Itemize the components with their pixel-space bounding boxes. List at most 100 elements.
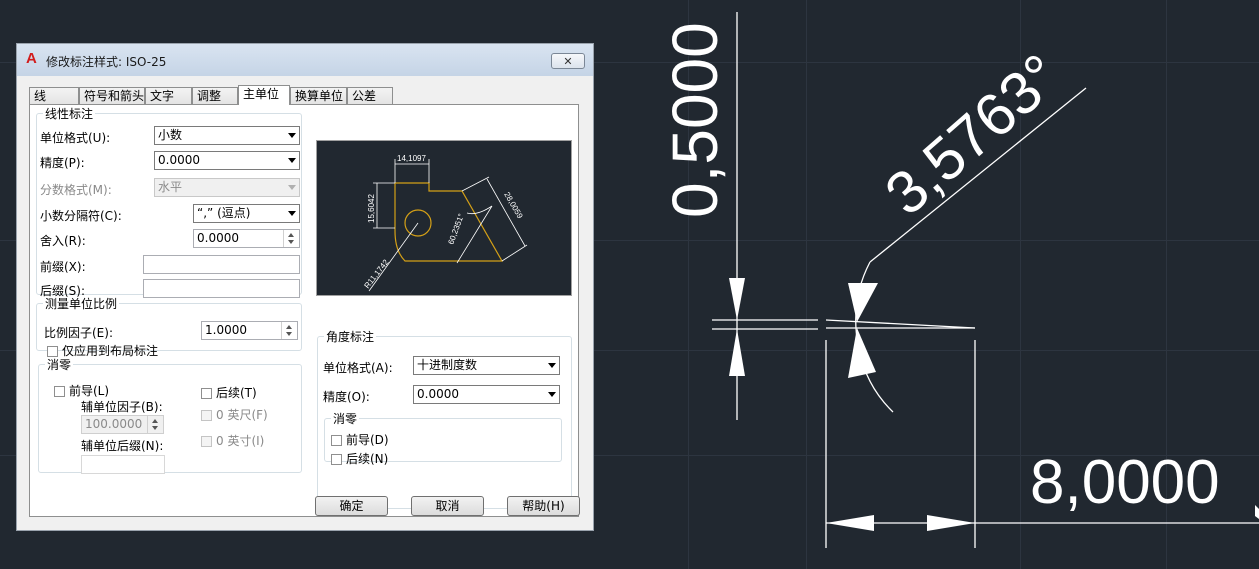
chevron-down-icon <box>288 211 296 216</box>
zero-feet-label: 0 英尺(F) <box>216 408 268 422</box>
precision-label: 精度(P): <box>40 156 85 170</box>
angular-zero-suppression-legend: 消零 <box>333 412 358 426</box>
arrowhead <box>927 515 975 531</box>
round-off-spinner[interactable]: 0.0000 <box>193 229 300 248</box>
sub-unit-factor-spinner[interactable]: 100.0000 <box>81 415 164 434</box>
cursor-glyph <box>1255 505 1259 519</box>
tab-text[interactable]: 文字 <box>145 87 192 104</box>
chevron-down-icon <box>548 363 556 368</box>
arrowhead <box>848 283 878 322</box>
unit-format-value: 小数 <box>158 128 183 142</box>
round-off-value: 0.0000 <box>197 231 239 245</box>
angular-dim-text[interactable]: 3,5763° <box>873 41 1074 228</box>
primary-units-panel: 线性标注 单位格式(U): 小数 精度(P): 0.0000 分数格式(M): … <box>29 104 579 517</box>
angular-precision-label: 精度(O): <box>323 390 370 404</box>
style-preview: 14,1097 15,6042 28,0059 60,2351° R11,174… <box>316 140 572 296</box>
autocad-logo-icon: A <box>26 50 37 67</box>
angular-trailing-checkbox[interactable]: 后续(N) <box>331 450 388 467</box>
linear-dims-legend: 线性标注 <box>45 107 94 121</box>
precision-value: 0.0000 <box>158 153 200 167</box>
chevron-down-icon <box>288 185 296 190</box>
measurement-scale-legend: 测量单位比例 <box>45 297 118 311</box>
arrow-up-icon <box>288 233 294 237</box>
chevron-down-icon <box>288 158 296 163</box>
dialog-title: 修改标注样式: ISO-25 <box>46 55 167 69</box>
horizontal-dim-text[interactable]: 8,0000 <box>1030 448 1220 517</box>
decimal-separator-label: 小数分隔符(C): <box>40 209 122 223</box>
angular-leading-label: 前导(D) <box>346 433 389 447</box>
zero-inches-checkbox[interactable]: 0 英寸(I) <box>201 432 264 449</box>
tab-lines[interactable]: 线 <box>29 87 79 104</box>
spinner-buttons[interactable] <box>281 322 297 339</box>
chevron-down-icon <box>288 133 296 138</box>
ok-button[interactable]: 确定 <box>315 496 388 516</box>
checkbox-box[interactable] <box>331 454 342 465</box>
zero-suppression-legend: 消零 <box>47 358 72 372</box>
preview-ext-line <box>461 176 490 192</box>
arrowhead <box>826 515 874 531</box>
round-off-label: 舍入(R): <box>40 234 86 248</box>
trailing-zero-label: 后续(T) <box>216 386 257 400</box>
scale-factor-value: 1.0000 <box>205 323 247 337</box>
vertical-dim-text[interactable]: 0,5000 <box>659 22 731 218</box>
checkbox-box[interactable] <box>201 410 212 421</box>
spinner-buttons[interactable] <box>147 416 163 433</box>
precision-select[interactable]: 0.0000 <box>154 151 300 170</box>
checkbox-box[interactable] <box>201 388 212 399</box>
arrowhead <box>848 328 876 378</box>
tab-fit[interactable]: 调整 <box>192 87 238 104</box>
scale-factor-spinner[interactable]: 1.0000 <box>201 321 298 340</box>
cancel-button[interactable]: 取消 <box>411 496 484 516</box>
tab-symbols-arrows[interactable]: 符号和箭头 <box>79 87 145 104</box>
help-button[interactable]: 帮助(H) <box>507 496 580 516</box>
arrow-down-icon <box>152 426 158 430</box>
angular-precision-select[interactable]: 0.0000 <box>413 385 560 404</box>
fraction-format-select[interactable]: 水平 <box>154 178 300 197</box>
trailing-zero-checkbox[interactable]: 后续(T) <box>201 384 257 401</box>
dialog-client: 线 符号和箭头 文字 调整 主单位 换算单位 公差 线性标注 单位格式(U): … <box>25 77 585 522</box>
tab-tolerances[interactable]: 公差 <box>347 87 393 104</box>
fraction-format-label: 分数格式(M): <box>40 183 112 197</box>
prefix-label: 前缀(X): <box>40 260 86 274</box>
prefix-input[interactable] <box>143 255 300 274</box>
angular-unit-format-label: 单位格式(A): <box>323 361 393 375</box>
tab-alternate-units[interactable]: 换算单位 <box>290 87 347 104</box>
unit-format-select[interactable]: 小数 <box>154 126 300 145</box>
leading-zero-label: 前导(L) <box>69 384 110 398</box>
angular-unit-format-value: 十进制度数 <box>417 358 478 372</box>
sub-unit-suffix-label: 辅单位后缀(N): <box>81 439 164 453</box>
checkbox-box[interactable] <box>201 436 212 447</box>
checkbox-box[interactable] <box>331 435 342 446</box>
dialog-titlebar[interactable]: A 修改标注样式: ISO-25 ✕ <box>17 44 593 76</box>
preview-ext-line <box>501 244 528 262</box>
leading-zero-checkbox[interactable]: 前导(L) <box>54 382 109 399</box>
close-button[interactable]: ✕ <box>551 53 585 69</box>
tab-primary-units[interactable]: 主单位 <box>238 85 290 105</box>
preview-drawing: 14,1097 15,6042 28,0059 60,2351° R11,174… <box>362 154 528 292</box>
sub-unit-suffix-input[interactable] <box>81 455 165 474</box>
angular-trailing-label: 后续(N) <box>346 452 389 466</box>
angle-line <box>825 319 976 329</box>
modify-dim-style-dialog: A 修改标注样式: ISO-25 ✕ 线 符号和箭头 文字 调整 主单位 换算单… <box>16 43 594 531</box>
angular-unit-format-select[interactable]: 十进制度数 <box>413 356 560 375</box>
unit-format-label: 单位格式(U): <box>40 131 111 145</box>
fraction-format-value: 水平 <box>158 180 183 194</box>
decimal-separator-select[interactable]: “,” (逗点) <box>193 204 300 223</box>
spinner-buttons[interactable] <box>283 230 299 247</box>
sub-unit-factor-value: 100.0000 <box>85 417 143 431</box>
preview-dim-right: 28,0059 <box>502 191 525 221</box>
preview-dim-left: 15,6042 <box>367 194 376 223</box>
checkbox-box[interactable] <box>54 386 65 397</box>
angular-dims-legend: 角度标注 <box>326 330 375 344</box>
arrowhead <box>729 278 745 320</box>
sub-unit-factor-label: 辅单位因子(B): <box>81 400 163 414</box>
angular-leading-checkbox[interactable]: 前导(D) <box>331 431 389 448</box>
preview-shape <box>394 182 504 262</box>
preview-dim-angle: 60,2351° <box>446 212 465 245</box>
zero-feet-checkbox[interactable]: 0 英尺(F) <box>201 406 268 423</box>
arrow-down-icon <box>286 332 292 336</box>
arrowhead <box>729 329 745 376</box>
scale-factor-label: 比例因子(E): <box>44 326 113 340</box>
decimal-separator-value: “,” (逗点) <box>197 206 251 220</box>
arrow-up-icon <box>286 325 292 329</box>
